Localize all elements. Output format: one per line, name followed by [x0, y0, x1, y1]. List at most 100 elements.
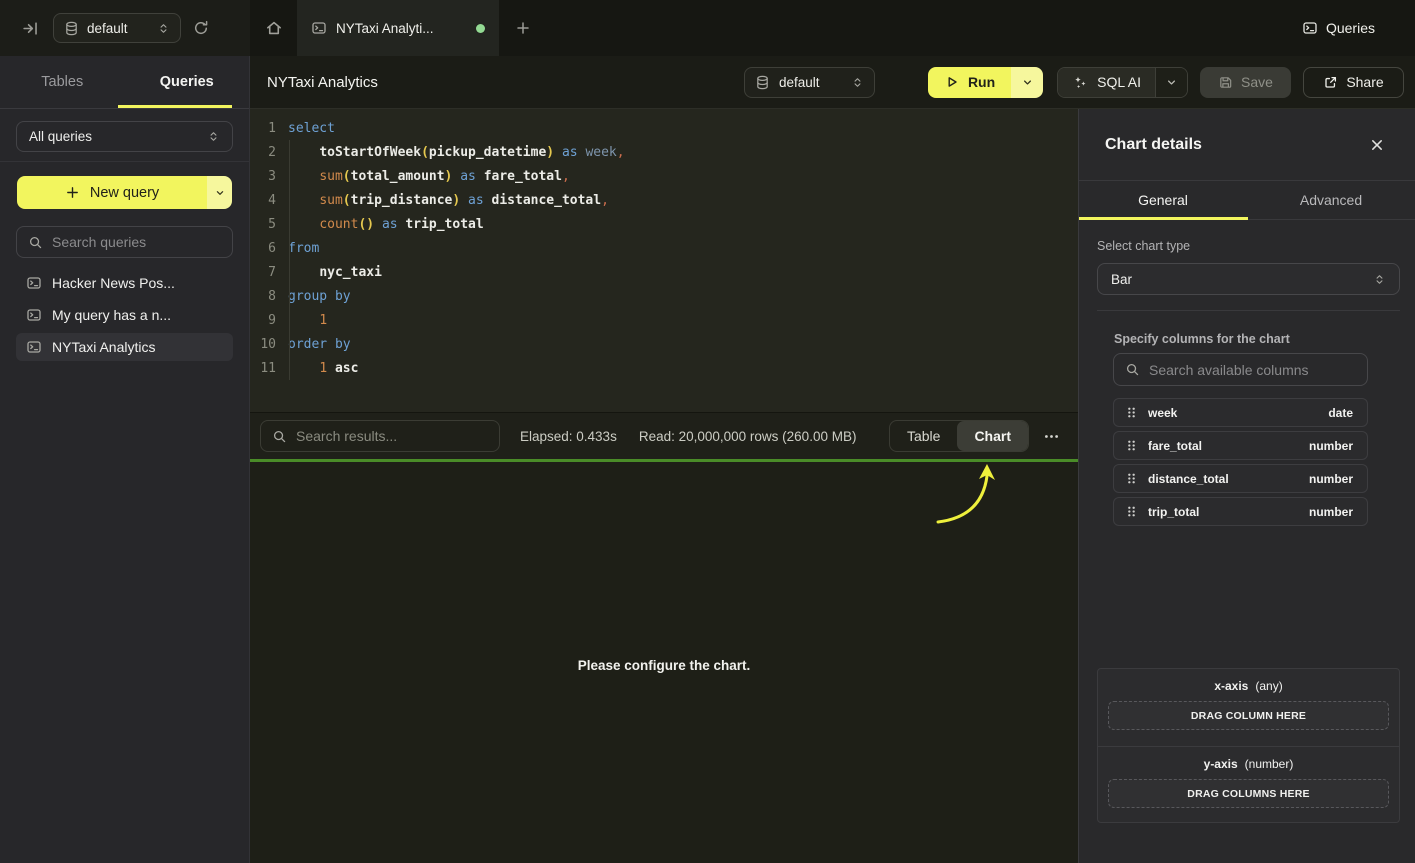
drag-handle-icon[interactable] [1124, 405, 1139, 420]
sql-editor[interactable]: 1 select 2 toStartOfWeek(pickup_datetime… [250, 109, 1078, 412]
column-name: distance_total [1148, 472, 1309, 486]
active-tab-underline [1079, 217, 1248, 220]
share-label: Share [1346, 74, 1383, 90]
y-axis-title: y-axis (number) [1098, 757, 1399, 771]
code-line[interactable]: 11 1 asc [250, 356, 1078, 380]
line-number: 8 [250, 289, 276, 304]
column-name: week [1148, 406, 1328, 420]
toolbar: default Run SQL AI Save Share [744, 67, 1415, 98]
column-chip[interactable]: week date [1113, 398, 1368, 427]
column-list: week date fare_total number distance_tot… [1113, 398, 1368, 526]
line-number: 10 [250, 337, 276, 352]
chart-type-select[interactable]: Bar [1097, 263, 1400, 295]
view-toggle-table[interactable]: Table [890, 421, 957, 451]
column-chip[interactable]: trip_total number [1113, 497, 1368, 526]
tab-advanced[interactable]: Advanced [1247, 181, 1415, 219]
code-line[interactable]: 2 toStartOfWeek(pickup_datetime) as week… [250, 140, 1078, 164]
home-button[interactable] [250, 0, 297, 56]
chevron-updown-icon [851, 76, 864, 89]
more-options-button[interactable] [1039, 424, 1064, 449]
query-filter-select[interactable]: All queries [16, 121, 233, 152]
code-line[interactable]: 3 sum(total_amount) as fare_total, [250, 164, 1078, 188]
chart-type-label: Select chart type [1097, 239, 1190, 253]
panel-tabs: General Advanced [1079, 180, 1415, 220]
x-axis-title: x-axis(any) [1098, 679, 1399, 693]
drag-handle-icon[interactable] [1124, 471, 1139, 486]
view-toggle-chart[interactable]: Chart [957, 421, 1028, 451]
columns-section-label: Specify columns for the chart [1114, 332, 1290, 346]
query-icon [26, 275, 42, 291]
line-code: select [276, 121, 335, 136]
line-code: sum(trip_distance) as distance_total, [276, 193, 609, 208]
code-line[interactable]: 5 count() as trip_total [250, 212, 1078, 236]
collapse-sidebar-button[interactable] [18, 16, 43, 41]
queries-nav-label: Queries [1326, 20, 1375, 36]
query-list-item[interactable]: NYTaxi Analytics [16, 333, 233, 361]
y-axis-drop-zone[interactable]: DRAG COLUMNS HERE [1108, 779, 1389, 808]
column-chip[interactable]: distance_total number [1113, 464, 1368, 493]
active-tab-underline [118, 105, 232, 108]
share-icon [1323, 75, 1338, 90]
service-selector-value: default [87, 21, 149, 36]
sql-ai-button[interactable]: SQL AI [1058, 68, 1155, 97]
tab-general[interactable]: General [1079, 181, 1247, 219]
tab-tables[interactable]: Tables [0, 56, 125, 108]
x-axis-section: x-axis(any) DRAG COLUMN HERE [1098, 669, 1399, 746]
tab-strip: NYTaxi Analyti... [250, 0, 547, 56]
tab-title: NYTaxi Analyti... [336, 21, 467, 36]
share-button[interactable]: Share [1303, 67, 1404, 98]
chart-details-panel: Chart details General Advanced Select ch… [1078, 109, 1415, 863]
code-line[interactable]: 1 select [250, 116, 1078, 140]
view-toggle: Table Chart [889, 420, 1029, 452]
run-options-button[interactable] [1011, 67, 1043, 98]
query-icon [26, 339, 42, 355]
new-query-button[interactable]: New query [17, 176, 207, 209]
service-selector[interactable]: default [53, 13, 181, 43]
code-line[interactable]: 8 group by [250, 284, 1078, 308]
tab-queries[interactable]: Queries [125, 56, 250, 108]
search-results-input[interactable] [296, 428, 488, 444]
query-list-item[interactable]: Hacker News Pos... [16, 269, 233, 297]
code-line[interactable]: 9 1 [250, 308, 1078, 332]
sql-ai-options-button[interactable] [1155, 68, 1187, 97]
line-number: 3 [250, 169, 276, 184]
queries-nav-button[interactable]: Queries [1302, 0, 1375, 56]
column-chip[interactable]: fare_total number [1113, 431, 1368, 460]
run-button[interactable]: Run [928, 67, 1011, 98]
refresh-button[interactable] [189, 16, 213, 40]
code-line[interactable]: 4 sum(trip_distance) as distance_total, [250, 188, 1078, 212]
drag-handle-icon[interactable] [1124, 504, 1139, 519]
tab-nytaxi-analytics[interactable]: NYTaxi Analyti... [297, 0, 499, 56]
panel-header: Chart details [1079, 109, 1415, 180]
save-button[interactable]: Save [1200, 67, 1291, 98]
chart-placeholder-message: Please configure the chart. [250, 658, 1078, 673]
line-code: order by [276, 337, 351, 352]
drag-handle-icon[interactable] [1124, 438, 1139, 453]
close-panel-button[interactable] [1365, 133, 1389, 157]
query-icon [1302, 20, 1318, 36]
indent-guide [289, 140, 290, 380]
chevron-updown-icon [1373, 273, 1386, 286]
y-axis-hint: (number) [1245, 757, 1294, 771]
top-bar: default NYTaxi Analyti... Queries [0, 0, 1415, 56]
code-line[interactable]: 6 from [250, 236, 1078, 260]
column-type: number [1309, 505, 1353, 519]
run-label: Run [968, 74, 995, 90]
line-code: from [276, 241, 319, 256]
search-results-box [260, 420, 500, 452]
new-tab-button[interactable] [499, 0, 547, 56]
code-lines: 1 select 2 toStartOfWeek(pickup_datetime… [250, 116, 1078, 380]
line-number: 9 [250, 313, 276, 328]
unsaved-changes-dot [476, 24, 485, 33]
search-columns-input[interactable] [1149, 362, 1356, 378]
code-line[interactable]: 7 nyc_taxi [250, 260, 1078, 284]
new-query-options-button[interactable] [207, 176, 232, 209]
search-queries-input[interactable] [52, 234, 221, 250]
query-list-item[interactable]: My query has a n... [16, 301, 233, 329]
database-selector[interactable]: default [744, 67, 875, 98]
column-name: trip_total [1148, 505, 1309, 519]
y-axis-label: y-axis [1204, 757, 1238, 771]
x-axis-drop-zone[interactable]: DRAG COLUMN HERE [1108, 701, 1389, 730]
line-number: 5 [250, 217, 276, 232]
code-line[interactable]: 10 order by [250, 332, 1078, 356]
